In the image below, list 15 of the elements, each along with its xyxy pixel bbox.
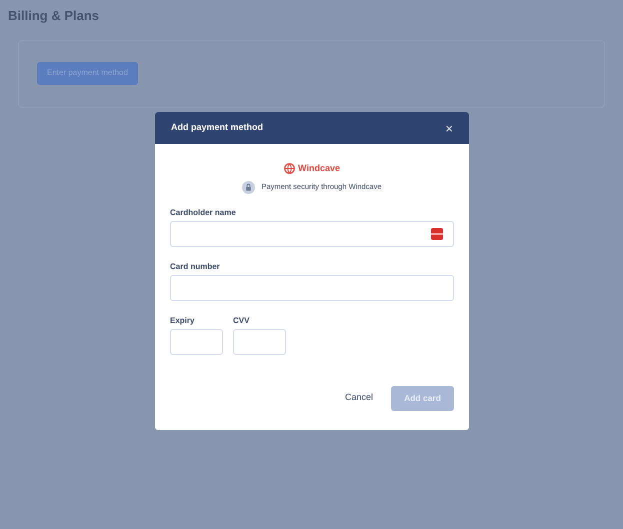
page-title: Billing & Plans	[8, 8, 100, 23]
input-field[interactable]	[170, 220, 454, 246]
globe-icon	[284, 163, 296, 174]
input-field[interactable]	[170, 328, 223, 354]
input-field[interactable]	[233, 328, 286, 354]
input-field[interactable]	[170, 274, 454, 300]
cancel-button[interactable]: Cancel	[344, 391, 373, 405]
dialog-title: Add payment method	[171, 121, 264, 134]
provider-name: Windcave	[298, 162, 340, 175]
field-label: CVV	[233, 316, 250, 326]
lock-icon	[242, 180, 256, 194]
field-label: Cardholder name	[170, 208, 237, 218]
field-label: Card number	[170, 262, 221, 272]
close-button[interactable]: ×	[445, 122, 453, 134]
field-label: Expiry	[170, 316, 196, 326]
